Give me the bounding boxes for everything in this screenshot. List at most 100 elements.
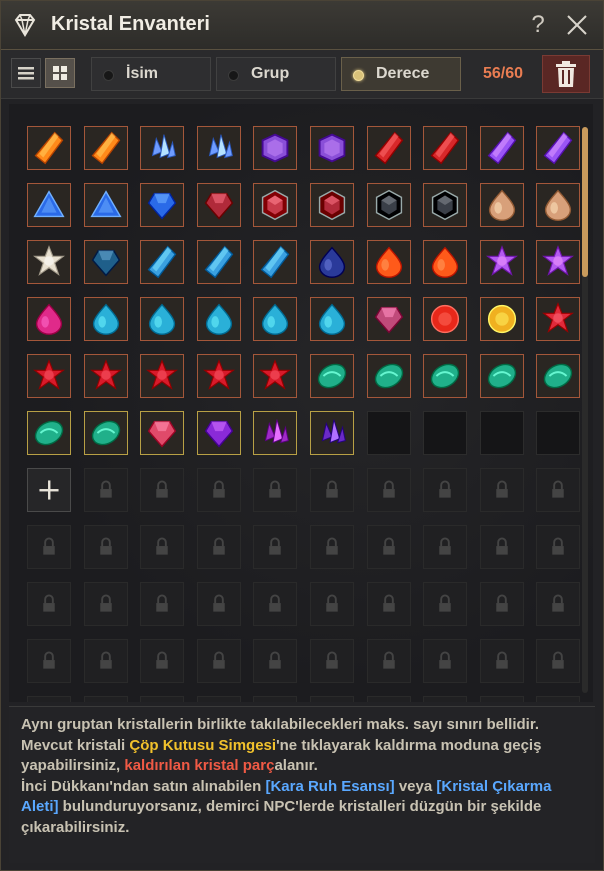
crystal-slot[interactable] xyxy=(253,411,298,455)
crystal-slot[interactable] xyxy=(366,126,411,170)
lock-icon xyxy=(552,480,565,498)
add-slot-button[interactable] xyxy=(27,468,71,512)
crystal-slot[interactable] xyxy=(310,183,354,227)
crystal-slot[interactable] xyxy=(366,183,411,227)
crystal-slot[interactable] xyxy=(479,240,524,284)
crystal-slot[interactable] xyxy=(83,297,128,341)
crystal-slot[interactable] xyxy=(27,411,71,455)
crystal-slot[interactable] xyxy=(140,411,185,455)
locked-slot xyxy=(196,525,241,569)
crystal-icon xyxy=(33,359,65,390)
crystal-slot[interactable] xyxy=(196,411,241,455)
lock-icon xyxy=(156,594,168,612)
crystal-slot[interactable] xyxy=(27,297,71,341)
black-spirit-essence-link[interactable]: [Kara Ruh Esansı] xyxy=(265,778,394,795)
plus-icon xyxy=(39,480,59,500)
sort-by-group-button[interactable]: Grup xyxy=(216,57,336,91)
crystal-slot[interactable] xyxy=(479,354,524,398)
crystal-slot[interactable] xyxy=(140,240,185,284)
crystal-slot[interactable] xyxy=(536,354,581,398)
sort-by-name-button[interactable]: İsim xyxy=(91,57,211,91)
crystal-slot[interactable] xyxy=(253,240,298,284)
scrollbar[interactable] xyxy=(582,127,588,693)
crystal-slot[interactable] xyxy=(140,183,185,227)
crystal-slot[interactable] xyxy=(310,126,354,170)
desc-text: İnci Dükkanı'ndan satın alınabilen xyxy=(21,777,266,795)
crystal-slot[interactable] xyxy=(366,297,411,341)
crystal-grid xyxy=(9,104,593,702)
crystal-slot[interactable] xyxy=(83,183,128,227)
crystal-slot[interactable] xyxy=(479,297,524,341)
desc-text: bulunduruyorsanız, demirci NPC'lerde kri… xyxy=(21,798,542,836)
crystal-slot[interactable] xyxy=(479,126,524,170)
crystal-slot[interactable] xyxy=(140,354,185,398)
grid-view-button[interactable] xyxy=(45,58,75,88)
crystal-slot[interactable] xyxy=(423,126,468,170)
empty-slot[interactable] xyxy=(423,411,468,455)
empty-slot[interactable] xyxy=(536,411,581,455)
empty-slot[interactable] xyxy=(479,411,524,455)
crystal-slot[interactable] xyxy=(310,297,354,341)
crystal-slot[interactable] xyxy=(310,354,354,398)
close-icon[interactable] xyxy=(563,11,591,39)
locked-slot xyxy=(479,468,524,512)
crystal-slot[interactable] xyxy=(83,240,128,284)
crystal-icon xyxy=(431,363,460,389)
crystal-slot[interactable] xyxy=(83,126,128,170)
help-button[interactable]: ? xyxy=(525,11,551,39)
crystal-slot[interactable] xyxy=(536,126,581,170)
crystal-slot[interactable] xyxy=(536,183,581,227)
crystal-slot[interactable] xyxy=(253,354,298,398)
sort-by-grade-button[interactable]: Derece xyxy=(341,57,461,91)
crystal-slot[interactable] xyxy=(253,297,298,341)
crystal-icon xyxy=(149,303,176,335)
crystal-slot[interactable] xyxy=(83,354,128,398)
trash-button[interactable] xyxy=(542,55,590,93)
locked-slot xyxy=(366,639,411,683)
crystal-slot[interactable] xyxy=(423,240,468,284)
crystal-slot[interactable] xyxy=(196,183,241,227)
lock-icon xyxy=(213,537,225,555)
crystal-icon xyxy=(202,359,235,390)
crystal-icon xyxy=(545,189,572,221)
crystal-slot[interactable] xyxy=(140,126,185,170)
crystal-slot[interactable] xyxy=(140,297,185,341)
crystal-icon xyxy=(91,420,120,446)
locked-slot xyxy=(253,639,298,683)
lock-icon xyxy=(156,537,168,555)
crystal-slot[interactable] xyxy=(196,240,241,284)
crystal-slot[interactable] xyxy=(27,183,71,227)
crystal-slot[interactable] xyxy=(196,297,241,341)
crystal-slot[interactable] xyxy=(536,297,581,341)
crystal-slot[interactable] xyxy=(366,354,411,398)
crystal-slot[interactable] xyxy=(27,240,71,284)
crystal-slot[interactable] xyxy=(310,411,354,455)
lock-icon xyxy=(382,480,395,498)
crystal-slot[interactable] xyxy=(27,126,71,170)
crystal-slot[interactable] xyxy=(423,297,468,341)
crystal-slot[interactable] xyxy=(253,183,298,227)
crystal-icon xyxy=(34,131,64,165)
crystal-slot[interactable] xyxy=(536,240,581,284)
crystal-slot[interactable] xyxy=(366,240,411,284)
list-view-button[interactable] xyxy=(11,58,41,88)
crystal-slot[interactable] xyxy=(423,183,468,227)
crystal-slot[interactable] xyxy=(253,126,298,170)
title-bar[interactable]: Kristal Envanteri ? xyxy=(1,1,603,50)
lock-icon xyxy=(99,480,112,498)
scrollbar-thumb[interactable] xyxy=(582,127,588,277)
locked-slot xyxy=(310,696,354,702)
crystal-slot[interactable] xyxy=(423,354,468,398)
lock-icon xyxy=(326,594,338,612)
empty-slot[interactable] xyxy=(366,411,411,455)
locked-slot xyxy=(83,468,128,512)
crystal-slot[interactable] xyxy=(83,411,128,455)
lock-icon xyxy=(481,697,523,702)
crystal-slot[interactable] xyxy=(196,354,241,398)
inventory-count: 56/60 xyxy=(483,65,524,82)
crystal-slot[interactable] xyxy=(27,354,71,398)
crystal-slot[interactable] xyxy=(310,240,354,284)
crystal-slot[interactable] xyxy=(196,126,241,170)
crystal-slot[interactable] xyxy=(479,183,524,227)
crystal-icon xyxy=(487,131,517,165)
